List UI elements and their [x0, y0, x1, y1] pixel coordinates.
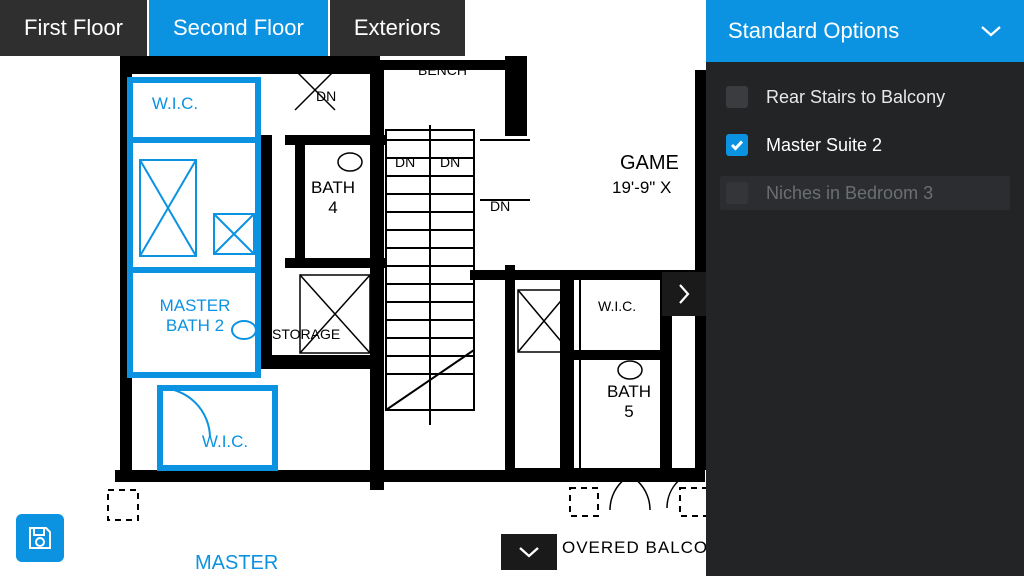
label-balcony: OVERED BALCO — [562, 538, 708, 558]
label-wic-2: W.I.C. — [190, 432, 260, 452]
label-bath5: BATH 5 — [594, 382, 664, 422]
label-bath4: BATH 4 — [298, 178, 368, 218]
label-dn2: DN — [395, 154, 415, 170]
scroll-down-button[interactable] — [501, 534, 557, 570]
option-label: Niches in Bedroom 3 — [766, 183, 933, 204]
floor-tabs: First Floor Second Floor Exteriors — [0, 0, 465, 56]
options-panel-header[interactable]: Standard Options — [706, 0, 1024, 62]
chevron-down-icon — [980, 25, 1002, 37]
label-bench: BENCH — [418, 62, 467, 78]
tab-first-floor[interactable]: First Floor — [0, 0, 147, 56]
label-dn4: DN — [490, 198, 510, 214]
label-storage: STORAGE — [272, 326, 340, 342]
options-panel: Standard Options Rear Stairs to Balcony … — [706, 0, 1024, 576]
option-niches-bedroom-3: Niches in Bedroom 3 — [720, 176, 1010, 210]
option-label: Rear Stairs to Balcony — [766, 87, 945, 108]
label-dn3: DN — [440, 154, 460, 170]
chevron-right-icon — [677, 283, 691, 305]
checkbox-checked-icon — [726, 134, 748, 156]
collapse-panel-button[interactable] — [662, 272, 706, 316]
option-rear-stairs[interactable]: Rear Stairs to Balcony — [720, 80, 1010, 114]
checkbox-unchecked-icon — [726, 86, 748, 108]
options-panel-title: Standard Options — [728, 18, 899, 44]
tab-exteriors[interactable]: Exteriors — [330, 0, 465, 56]
tab-second-floor[interactable]: Second Floor — [149, 0, 328, 56]
label-game: GAME — [620, 152, 679, 175]
option-master-suite-2[interactable]: Master Suite 2 — [720, 128, 1010, 162]
label-master-bath2: MASTER BATH 2 — [135, 296, 255, 336]
save-button[interactable] — [16, 514, 64, 562]
label-master: MASTER — [195, 552, 278, 575]
label-dn1: DN — [316, 88, 336, 104]
label-wic-3: W.I.C. — [598, 298, 636, 314]
checkbox-disabled-icon — [726, 182, 748, 204]
chevron-down-icon — [518, 546, 540, 558]
options-list: Rear Stairs to Balcony Master Suite 2 Ni… — [706, 62, 1024, 228]
label-wic-1: W.I.C. — [140, 94, 210, 114]
option-label: Master Suite 2 — [766, 135, 882, 156]
save-icon — [26, 524, 54, 552]
label-game-dim: 19'-9" X — [612, 178, 671, 198]
